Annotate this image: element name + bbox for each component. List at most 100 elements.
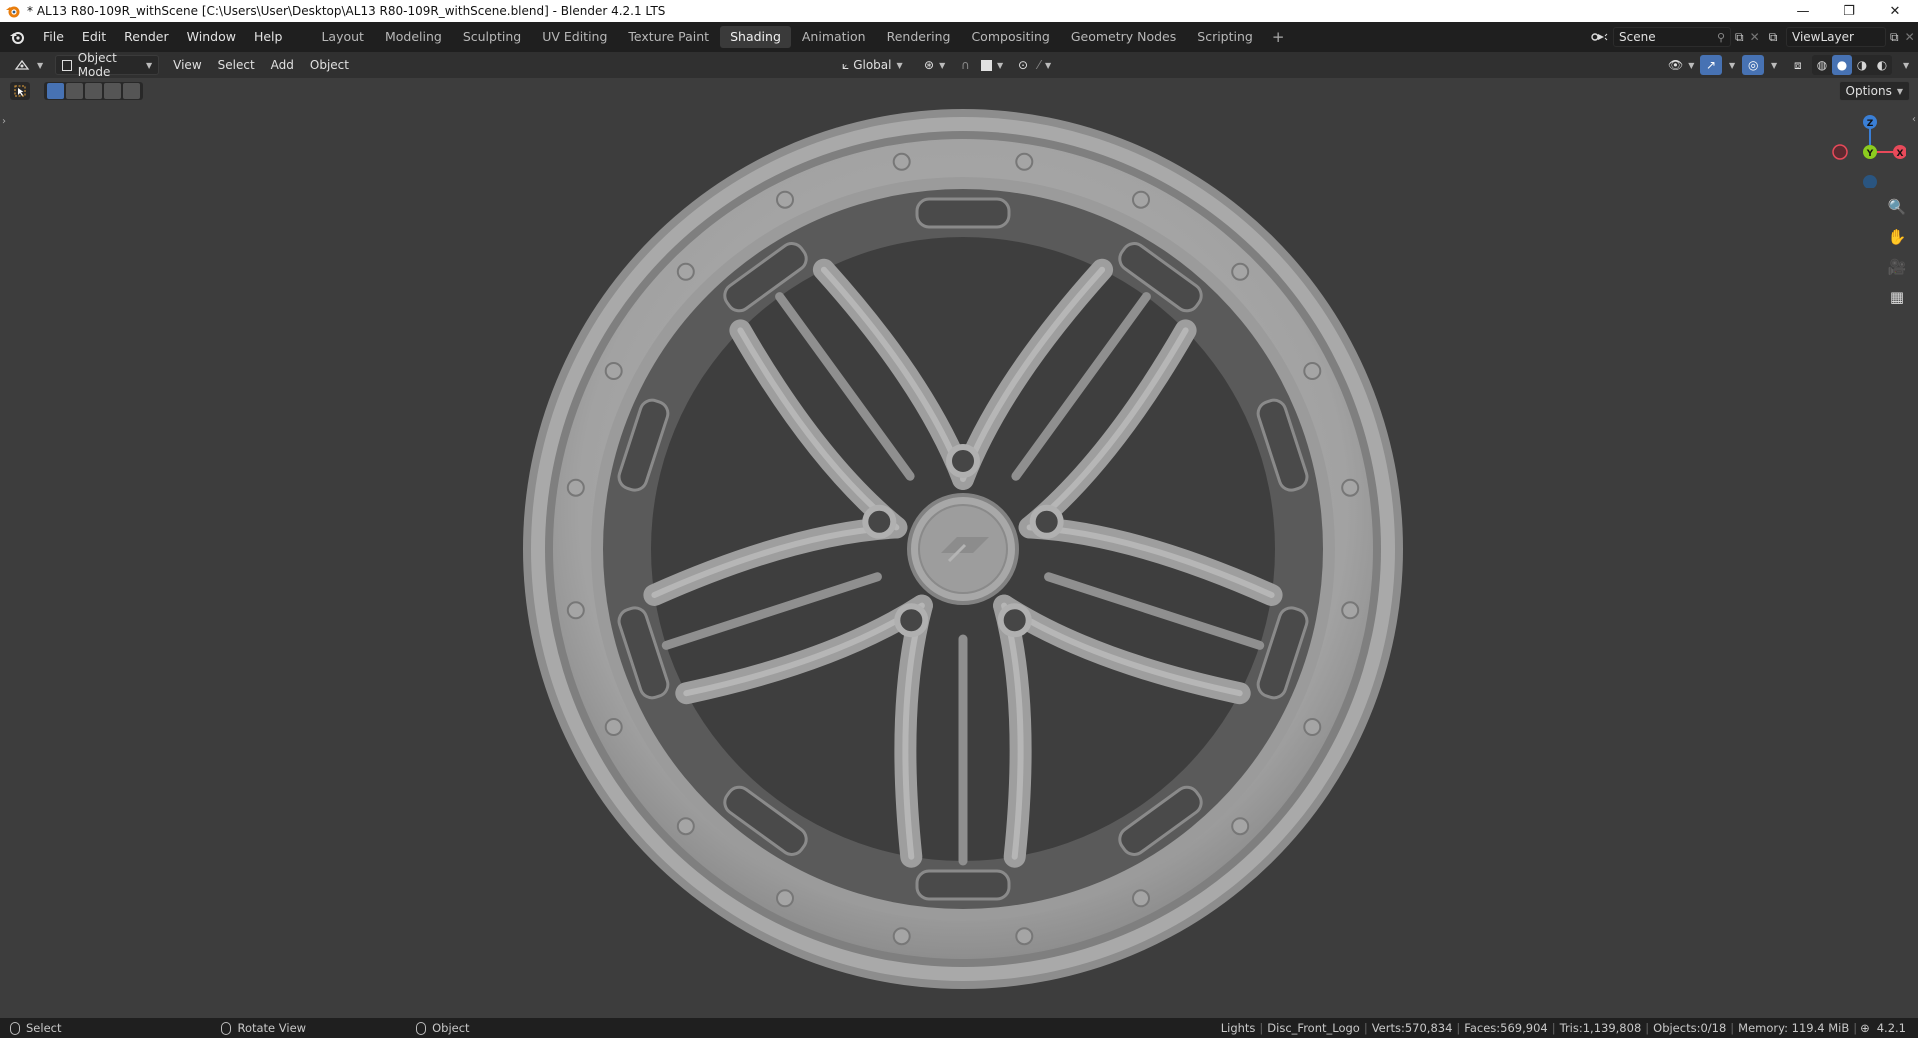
menu-select[interactable]: Select — [212, 55, 261, 75]
tab-geometry-nodes[interactable]: Geometry Nodes — [1061, 26, 1186, 48]
rim-bolt — [566, 601, 585, 620]
shading-dropdown-icon[interactable]: ▼ — [1903, 61, 1909, 70]
menu-render[interactable]: Render — [115, 22, 178, 52]
close-button[interactable]: ✕ — [1872, 0, 1918, 22]
menu-window[interactable]: Window — [178, 22, 245, 52]
main-menu: File Edit Render Window Help — [0, 22, 291, 52]
overlay-dropdown-icon[interactable]: ▼ — [1771, 61, 1777, 70]
orientation-label: Global — [853, 58, 892, 72]
minimize-button[interactable]: — — [1780, 0, 1826, 22]
rim-bolt — [1303, 362, 1322, 380]
blender-menu-icon[interactable] — [0, 29, 34, 45]
chevron-down-icon: ▼ — [997, 60, 1004, 70]
proportional-edit-toggle[interactable]: ⊙ — [1012, 55, 1034, 75]
visibility-dropdown[interactable]: 👁 ▼ — [1662, 55, 1700, 75]
mode-label: Object Mode — [77, 51, 117, 79]
menu-file[interactable]: File — [34, 22, 73, 52]
gizmo-toggle[interactable]: ↗ — [1700, 55, 1723, 75]
view-layer-field[interactable]: ViewLayer — [1786, 27, 1886, 47]
snap-toggle[interactable]: ∩ — [955, 55, 976, 75]
overlay-icon: ◎ — [1748, 58, 1759, 72]
chevron-down-icon: ▼ — [939, 60, 946, 70]
zoom-icon[interactable]: 🔍 — [1884, 194, 1910, 220]
pin-icon[interactable]: ⚲ — [1717, 31, 1725, 44]
menu-view[interactable]: View — [167, 55, 207, 75]
neg-z-axis-handle[interactable] — [1863, 175, 1877, 188]
pan-hand-icon[interactable]: ✋ — [1884, 224, 1910, 250]
stat-version: 4.2.1 — [1876, 1021, 1906, 1035]
lug-hole — [1029, 504, 1064, 539]
navigation-gizmo[interactable]: Z Y X — [1826, 108, 1906, 188]
neg-x-axis-handle[interactable] — [1832, 144, 1848, 160]
falloff-dropdown[interactable]: ⁄ ▼ — [1032, 55, 1057, 75]
material-shading-icon[interactable]: ◑ — [1852, 55, 1872, 75]
view-layer-icon[interactable]: ⧉ — [1760, 30, 1786, 45]
tab-animation[interactable]: Animation — [792, 26, 876, 48]
rim-bolt — [776, 889, 794, 908]
add-workspace-button[interactable]: + — [1264, 28, 1293, 46]
menu-edit[interactable]: Edit — [73, 22, 115, 52]
tab-uv-editing[interactable]: UV Editing — [532, 26, 617, 48]
solid-shading-icon[interactable]: ● — [1832, 55, 1852, 75]
lug-hole — [946, 444, 980, 478]
mouse-left-icon — [10, 1021, 20, 1035]
view-layer-name: ViewLayer — [1792, 30, 1854, 44]
menu-add[interactable]: Add — [265, 55, 300, 75]
window-title: * AL13 R80-109R_withScene [C:\Users\User… — [27, 4, 666, 18]
tab-rendering[interactable]: Rendering — [877, 26, 961, 48]
perspective-grid-icon[interactable]: ▦ — [1884, 284, 1910, 310]
delete-scene-icon[interactable]: ✕ — [1750, 30, 1760, 44]
overlay-toggle[interactable]: ◎ — [1742, 55, 1765, 75]
blender-logo-icon — [6, 6, 20, 18]
pivot-point-dropdown[interactable]: ⊛ ▼ — [918, 55, 951, 75]
rim-slot — [915, 869, 1011, 901]
rim-bolt — [1132, 190, 1150, 209]
snap-target-dropdown[interactable]: ▼ — [975, 55, 1009, 75]
status-object-hint: Object — [406, 1021, 470, 1035]
rim-bolt — [1015, 152, 1034, 171]
rim-bolt — [1231, 817, 1250, 836]
rim-bolt — [1015, 927, 1034, 946]
stat-memory: Memory: 119.4 MiB — [1738, 1021, 1850, 1035]
mode-dropdown[interactable]: Object Mode ▼ — [55, 51, 160, 79]
xray-toggle[interactable]: ⧈ — [1788, 55, 1808, 75]
view-layer-selector: ⧉ ViewLayer ⧉ ✕ — [1760, 26, 1918, 48]
scene-icon[interactable] — [1585, 30, 1613, 44]
new-view-layer-icon[interactable]: ⧉ — [1890, 30, 1899, 45]
stat-collection: Lights — [1220, 1021, 1256, 1035]
menu-help[interactable]: Help — [245, 22, 292, 52]
status-select-hint: Select — [0, 1021, 61, 1035]
scene-name-field[interactable]: Scene ⚲ — [1613, 27, 1731, 47]
stat-tris: Tris:1,139,808 — [1559, 1021, 1642, 1035]
restore-button[interactable]: ❐ — [1826, 0, 1872, 22]
object-mode-icon — [62, 59, 72, 71]
status-select-label: Select — [26, 1021, 62, 1035]
camera-view-icon[interactable]: 🎥 — [1884, 254, 1910, 280]
tab-layout[interactable]: Layout — [311, 26, 374, 48]
delete-view-layer-icon[interactable]: ✕ — [1905, 30, 1915, 44]
tab-modeling[interactable]: Modeling — [375, 26, 452, 48]
rim-bolt — [676, 262, 695, 281]
editor-type-icon — [14, 59, 30, 70]
stat-verts: Verts:570,834 — [1371, 1021, 1453, 1035]
wireframe-shading-icon[interactable]: ◍ — [1812, 55, 1832, 75]
tab-texture-paint[interactable]: Texture Paint — [618, 26, 719, 48]
orientation-icon: ⟀ — [842, 57, 850, 72]
tab-shading[interactable]: Shading — [720, 26, 791, 48]
transform-orientation-dropdown[interactable]: ⟀ Global ▼ — [836, 55, 909, 75]
menu-object[interactable]: Object — [304, 55, 355, 75]
tab-compositing[interactable]: Compositing — [961, 26, 1059, 48]
tab-sculpting[interactable]: Sculpting — [453, 26, 531, 48]
new-scene-icon[interactable]: ⧉ — [1735, 30, 1744, 45]
x-axis-label: X — [1897, 149, 1904, 159]
wheel-model[interactable] — [0, 78, 1918, 1018]
chevron-down-icon: ▼ — [1045, 60, 1052, 70]
tab-scripting[interactable]: Scripting — [1187, 26, 1263, 48]
scene-name: Scene — [1619, 30, 1656, 44]
3d-viewport[interactable]: Options ▼ › ‹ Z Y X 🔍 ✋ 🎥 ▦ — [0, 78, 1918, 1018]
rendered-shading-icon[interactable]: ◐ — [1872, 55, 1892, 75]
rim-bolt — [1231, 262, 1250, 281]
gizmo-dropdown-icon[interactable]: ▼ — [1729, 61, 1735, 70]
editor-type-button[interactable]: ▼ — [8, 55, 49, 75]
chevron-down-icon: ▼ — [146, 60, 153, 70]
